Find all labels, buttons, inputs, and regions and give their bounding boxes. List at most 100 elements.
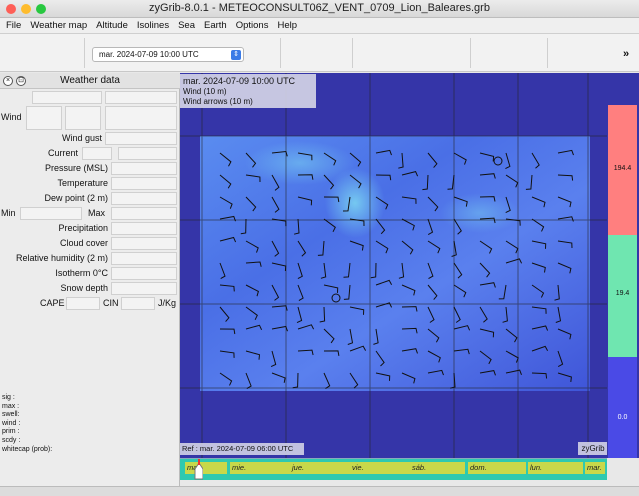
window-title: zyGrib-8.0.1 - METEOCONSULT06Z_VENT_0709… [149, 2, 490, 14]
color-legend: 194.4 19.4 0.0 [607, 73, 639, 458]
legend-low: 0.0 [608, 357, 637, 458]
wave-scdy: scdy : [2, 436, 21, 444]
menu-file[interactable]: File [6, 20, 21, 31]
row-label: Cloud cover [59, 238, 108, 248]
legend-mid: 19.4 [608, 235, 637, 357]
timeline-day[interactable]: mie. [230, 462, 290, 474]
menu-help[interactable]: Help [277, 20, 297, 31]
menu-options[interactable]: Options [236, 20, 269, 31]
wind-field-highlight [245, 141, 355, 185]
menu-weather-map[interactable]: Weather map [30, 20, 87, 31]
menu-isolines[interactable]: Isolines [137, 20, 169, 31]
row-label: Wind gust [61, 133, 102, 143]
data-row: Temperature [0, 176, 180, 191]
title-bar: zyGrib-8.0.1 - METEOCONSULT06Z_VENT_0709… [0, 0, 639, 18]
row-label: Dew point (2 m) [44, 193, 108, 203]
wave-max: max : [2, 402, 20, 410]
value-cell [111, 252, 177, 265]
legend-value-low: 0.0 [617, 414, 628, 421]
wind-field-highlight [440, 193, 520, 233]
timeline-day[interactable]: mar. [185, 462, 227, 474]
cin-label: CIN [103, 298, 119, 308]
wave-prim: prim : [2, 428, 20, 436]
value-cell [105, 91, 177, 104]
timeline-day[interactable]: dom. [468, 462, 526, 474]
panel-title: Weather data [60, 75, 120, 86]
layer-arrows: Wind arrows (10 m) [183, 97, 253, 106]
data-row: Snow depth [0, 281, 180, 296]
blank-row [0, 90, 180, 105]
row-label: Isotherm 0°C [55, 268, 108, 278]
wind-map-canvas [180, 73, 607, 458]
float-panel-icon[interactable]: ⊡ [16, 76, 26, 86]
toolbar-overflow-icon[interactable]: » [623, 48, 629, 60]
row-label: Snow depth [60, 283, 108, 293]
close-panel-icon[interactable]: × [3, 76, 13, 86]
toolbar-separator [547, 38, 548, 68]
value-cell [111, 207, 177, 220]
data-row: Dew point (2 m) [0, 191, 180, 206]
data-row: Cloud cover [0, 236, 180, 251]
value-cell [32, 91, 102, 104]
data-row: Relative humidity (2 m) [0, 251, 180, 266]
toolbar-separator [84, 38, 85, 68]
data-row: Isotherm 0°C [0, 266, 180, 281]
wave-sig: sig : [2, 394, 15, 401]
wave-swell: swell: [2, 411, 20, 419]
value-cell [105, 106, 177, 130]
chevron-updown-icon[interactable]: ⇕ [231, 50, 241, 60]
toolbar-separator [352, 38, 353, 68]
timeline-day[interactable]: vie. [350, 462, 410, 474]
row-label: Precipitation [58, 223, 108, 233]
forecast-date-select[interactable]: mar. 2024-07-09 10:00 UTC ⇕ [92, 47, 244, 62]
value-cell [26, 106, 62, 130]
data-row: Pressure (MSL) [0, 161, 180, 176]
unit-label: J/Kg [158, 298, 177, 308]
value-cell [111, 267, 177, 280]
menu-bar: File Weather map Altitude Isolines Sea E… [0, 18, 639, 34]
data-row: Current [0, 146, 180, 161]
row-label: Relative humidity (2 m) [15, 253, 108, 263]
timeline-day[interactable]: mar. [585, 462, 605, 474]
weather-data-header: Weather data [0, 73, 180, 89]
legend-value-mid: 19.4 [615, 290, 630, 297]
value-cell [111, 162, 177, 175]
value-cell [111, 282, 177, 295]
menu-sea[interactable]: Sea [178, 20, 195, 31]
wave-whitecap: whitecap (prob): [2, 445, 53, 453]
cape-label: CAPE [40, 298, 65, 308]
value-cell [111, 192, 177, 205]
weather-map[interactable] [180, 73, 607, 458]
toolbar-separator [280, 38, 281, 68]
map-date: mar. 2024-07-09 10:00 UTC [183, 76, 296, 86]
min-label: Min [1, 208, 16, 218]
timeline-day[interactable]: sáb. [410, 462, 465, 474]
wind-label: Wind [1, 112, 22, 122]
timeline-day[interactable]: lun. [528, 462, 583, 474]
layer-wind: Wind (10 m) [183, 87, 227, 96]
menu-earth[interactable]: Earth [204, 20, 227, 31]
toolbar-separator [470, 38, 471, 68]
row-label: Current [47, 148, 78, 158]
status-bar [0, 486, 639, 496]
value-cell [121, 297, 155, 310]
value-cell [118, 147, 177, 160]
legend-high: 194.4 [608, 105, 637, 235]
value-cell [20, 207, 82, 220]
value-cell [111, 222, 177, 235]
reference-date: Ref : mar. 2024-07-09 06:00 UTC [180, 443, 304, 455]
value-cell [111, 177, 177, 190]
value-cell [66, 297, 100, 310]
zygrib-brand: zyGrib [578, 442, 608, 455]
timeline-cursor-icon[interactable] [193, 459, 203, 480]
timeline-day[interactable]: jue. [290, 462, 350, 474]
value-cell [65, 106, 101, 130]
menu-altitude[interactable]: Altitude [96, 20, 128, 31]
forecast-timeline[interactable]: mar. mie. jue. vie. sáb. dom. lun. mar. [180, 458, 607, 480]
legend-value-high: 194.4 [613, 165, 632, 172]
data-row: Wind gust [0, 131, 180, 146]
value-cell [105, 132, 177, 145]
map-info-box: mar. 2024-07-09 10:00 UTC Wind (10 m) Wi… [180, 74, 316, 108]
value-cell [82, 147, 112, 160]
max-label: Max [88, 208, 106, 218]
